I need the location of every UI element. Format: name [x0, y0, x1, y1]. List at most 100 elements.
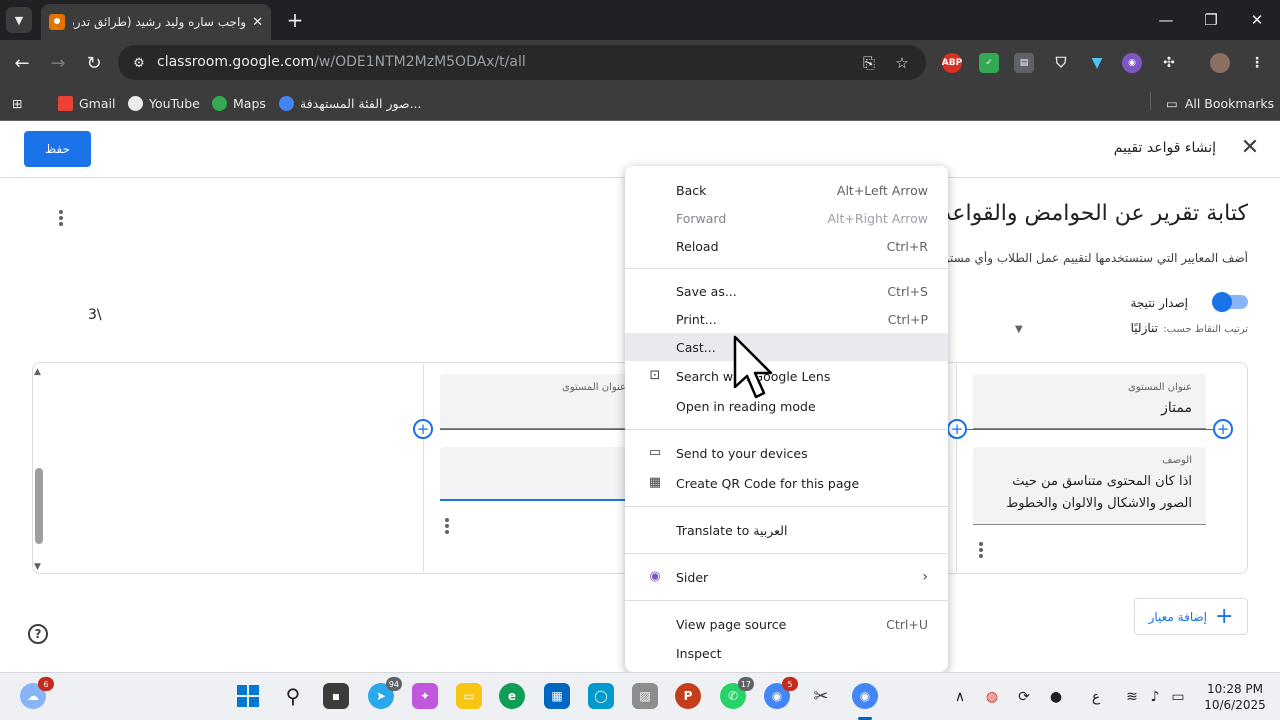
level-description-field[interactable]: الوصف اذا كان المحتوى متناسق من حيث الصو… [973, 447, 1206, 525]
horizontal-scrollbar-thumb[interactable] [35, 468, 43, 544]
menu-label: Translate to العربية [676, 522, 788, 538]
clock-date: 10/6/2025 [1204, 698, 1266, 712]
bookmark-star-icon[interactable]: ☆ [892, 53, 912, 73]
edge-icon[interactable]: e [499, 683, 525, 709]
help-icon[interactable]: ? [28, 624, 48, 644]
install-app-icon[interactable]: ⎘ [859, 53, 879, 73]
menu-item-qr-code[interactable]: ▦ Create QR Code for this page [625, 468, 948, 498]
language-indicator[interactable]: ع [1086, 687, 1106, 707]
scroll-up-arrow-icon[interactable]: ▲ [34, 367, 41, 377]
search-icon[interactable]: ⚲ [280, 683, 306, 709]
profile-avatar[interactable] [1210, 53, 1230, 73]
copilot-icon[interactable]: ✦ [412, 683, 438, 709]
app-icon[interactable]: ◯ [588, 683, 614, 709]
menu-item-save-as[interactable]: Save as... Ctrl+S [625, 277, 948, 305]
menu-separator [625, 600, 948, 601]
save-button[interactable]: حفظ [24, 131, 91, 167]
apps-grid-icon[interactable]: ⊞ [12, 93, 22, 113]
address-bar[interactable]: ⚙ classroom.google.com/w/ODE1NTM2MzM5ODA… [118, 45, 926, 80]
minimize-button[interactable]: — [1153, 8, 1179, 32]
telegram-icon[interactable]: ➤ 94 [368, 677, 402, 709]
vpn-extension-icon[interactable]: ▼ [1087, 53, 1107, 73]
menu-item-reading-mode[interactable]: Open in reading mode [625, 391, 948, 421]
powerpoint-icon[interactable]: P [675, 683, 701, 709]
security-icon[interactable]: ◍ [982, 687, 1002, 707]
menu-item-inspect[interactable]: Inspect [625, 639, 948, 667]
add-level-icon[interactable]: + [947, 419, 967, 439]
menu-item-sider[interactable]: ◉ Sider › [625, 562, 948, 592]
add-level-icon[interactable]: + [413, 419, 433, 439]
wifi-icon[interactable]: ≋ [1122, 687, 1142, 707]
bookmark-youtube[interactable]: YouTube [128, 93, 200, 113]
menu-item-reload[interactable]: Reload Ctrl+R [625, 232, 948, 260]
start-button[interactable] [235, 683, 261, 709]
volume-icon[interactable]: ♪ [1145, 687, 1165, 707]
close-rubric-icon[interactable]: ✕ [1238, 135, 1262, 160]
window-close-button[interactable]: ✕ [1244, 8, 1270, 32]
whatsapp-icon[interactable]: ✆ 17 [720, 677, 754, 709]
level2-options-icon[interactable] [441, 516, 453, 536]
forward-button[interactable]: → [46, 51, 70, 75]
reload-button[interactable]: ↻ [82, 51, 106, 75]
photos-icon[interactable]: ▨ [632, 683, 658, 709]
check-extension-icon[interactable]: ✓ [979, 53, 999, 73]
menu-item-google-lens[interactable]: ⊡ Search with Google Lens [625, 361, 948, 391]
menu-item-translate[interactable]: Translate to العربية [625, 515, 948, 545]
menu-item-print[interactable]: Print... Ctrl+P [625, 305, 948, 333]
score-toggle[interactable] [1212, 292, 1248, 312]
scroll-down-arrow-icon[interactable]: ▼ [34, 562, 41, 572]
battery-icon[interactable]: ▭ [1168, 687, 1188, 707]
bookmark-maps[interactable]: Maps [212, 93, 266, 113]
microphone-icon[interactable]: ● [1046, 687, 1066, 707]
menu-item-forward[interactable]: Forward Alt+Right Arrow [625, 204, 948, 232]
snipping-tool-icon[interactable]: ✂ [808, 683, 834, 709]
level-options-icon[interactable] [975, 540, 987, 560]
tab-search-button[interactable]: ▼ [6, 7, 32, 33]
chrome-icon[interactable]: ◉ 5 [764, 677, 798, 709]
bookmark-label: صور الفئة المستهدفة... [300, 95, 422, 111]
windows-taskbar: ☁ 6 ⚲ ▪ ➤ 94 ✦ ▭ e ▦ ◯ ▨ P ✆ 17 ◉ 5 ✂ ◉ ∧ ◍ … [0, 672, 1280, 720]
level-title-value: ممتاز [1161, 400, 1192, 416]
menu-item-view-source[interactable]: View page source Ctrl+U [625, 609, 948, 639]
file-explorer-icon[interactable]: ▭ [456, 683, 482, 709]
all-bookmarks[interactable]: ▭ All Bookmarks [1166, 93, 1274, 113]
rubric-options-icon[interactable] [55, 208, 67, 228]
level2-title-field[interactable]: عنوان المستوى [440, 374, 640, 429]
show-hidden-icons[interactable]: ∧ [950, 687, 970, 707]
page-heading: إنشاء قواعد تقييم [1113, 140, 1216, 156]
system-clock[interactable]: 10:28 PM 10/6/2025 [1200, 681, 1270, 713]
menu-label: Sider [676, 569, 709, 585]
add-criterion-button[interactable]: + إضافة معيار [1134, 598, 1248, 635]
sider-extension-icon[interactable]: ◉ [1122, 53, 1142, 73]
site-info-icon[interactable]: ⚙ [130, 54, 148, 72]
adblock-extension-icon[interactable]: ABP [942, 53, 962, 73]
sort-select[interactable]: تنازليًا [1131, 321, 1158, 335]
menu-item-cast[interactable]: Cast... [625, 333, 948, 361]
menu-label: View page source [676, 616, 787, 632]
tab-close-icon[interactable]: ✕ [252, 15, 263, 30]
store-icon[interactable]: ▦ [544, 683, 570, 709]
sync-icon[interactable]: ⟳ [1014, 687, 1034, 707]
url-text[interactable]: classroom.google.com/w/ODE1NTM2MzM5ODAx/… [157, 54, 526, 70]
task-view-icon[interactable]: ▪ [323, 683, 349, 709]
maps-pin-icon [212, 95, 227, 111]
restore-button[interactable]: ❐ [1198, 8, 1224, 32]
back-button[interactable]: ← [10, 51, 34, 75]
bookmark-target-group[interactable]: صور الفئة المستهدفة... [279, 93, 422, 113]
add-level-icon[interactable]: + [1213, 419, 1233, 439]
browser-menu-icon[interactable]: ⋮ [1247, 53, 1267, 73]
printer-extension-icon[interactable]: ▤ [1014, 53, 1034, 73]
weather-icon[interactable]: ☁ 6 [20, 677, 54, 709]
dropdown-arrow-icon[interactable]: ▼ [1015, 324, 1023, 335]
extensions-puzzle-icon[interactable]: ✣ [1159, 53, 1179, 73]
menu-item-send-to-devices[interactable]: ▭ Send to your devices [625, 438, 948, 468]
level-title-field[interactable]: عنوان المستوى ممتاز [973, 374, 1206, 429]
shield-extension-icon[interactable]: ⛉ [1051, 53, 1071, 73]
menu-label: Back [676, 182, 707, 198]
new-tab-button[interactable]: + [283, 8, 307, 32]
menu-item-back[interactable]: Back Alt+Left Arrow [625, 176, 948, 204]
level2-description-field[interactable] [440, 447, 640, 501]
bookmark-gmail[interactable]: Gmail [58, 93, 115, 113]
chrome-profile-icon[interactable]: ◉ [852, 683, 878, 709]
browser-tab[interactable]: واجب ساره وليد رشيد (طرائق تدريس ✕ [41, 4, 271, 40]
